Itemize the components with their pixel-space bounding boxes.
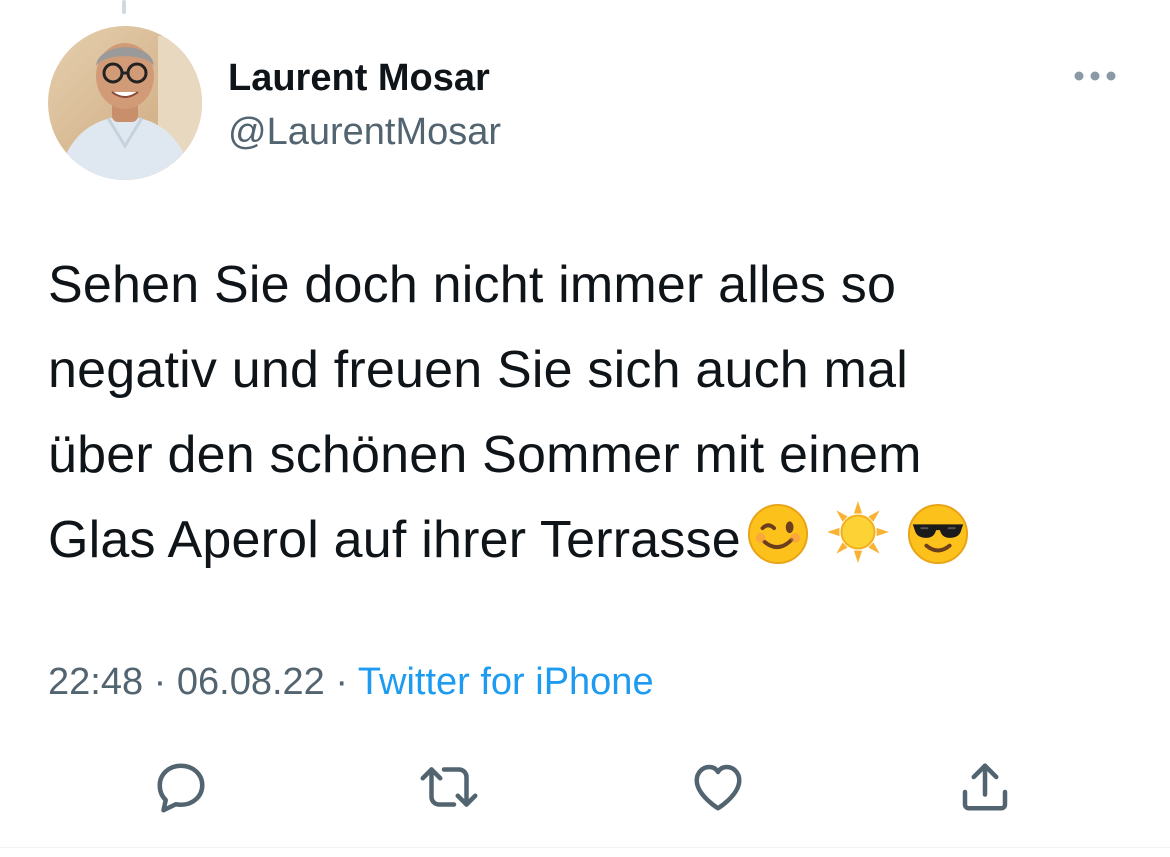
reply-icon xyxy=(157,763,205,813)
reply-button[interactable] xyxy=(146,752,216,822)
author-handle[interactable]: @LaurentMosar xyxy=(228,110,501,154)
meta-separator: · xyxy=(153,661,167,703)
tweet-source-link[interactable]: Twitter for iPhone xyxy=(358,661,654,703)
bottom-divider xyxy=(0,847,1170,848)
tweet-text-line: Sehen Sie doch nicht immer alles so xyxy=(48,256,897,314)
tweet-action-bar xyxy=(0,752,1170,822)
like-icon xyxy=(694,764,742,811)
tweet-date[interactable]: 06.08.22 xyxy=(177,661,325,703)
winking-face-emoji-icon xyxy=(747,503,809,591)
tweet-meta: 22:48 · 06.08.22 · Twitter for iPhone xyxy=(48,658,654,706)
author-display-name[interactable]: Laurent Mosar xyxy=(228,56,490,100)
sun-emoji-icon xyxy=(825,499,891,591)
more-horizontal-icon xyxy=(1074,71,1116,81)
tweet-text: Sehen Sie doch nicht immer alles so nega… xyxy=(48,243,1138,591)
tweet-text-line: Glas Aperol auf ihrer Terrasse xyxy=(48,498,1138,591)
tweet-time[interactable]: 22:48 xyxy=(48,661,143,703)
more-options-button[interactable] xyxy=(1068,58,1122,94)
tweet-text-line: negativ und freuen Sie sich auch mal xyxy=(48,341,908,399)
avatar[interactable] xyxy=(48,26,202,180)
smiling-face-with-sunglasses-emoji-icon xyxy=(907,503,969,591)
tweet-text-line-text: Glas Aperol auf ihrer Terrasse xyxy=(48,511,741,569)
thread-connector-line xyxy=(122,0,126,14)
meta-separator: · xyxy=(335,661,349,703)
retweet-button[interactable] xyxy=(414,752,484,822)
share-icon xyxy=(962,763,1008,811)
retweet-icon xyxy=(420,767,478,807)
tweet-text-line: über den schönen Sommer mit einem xyxy=(48,426,922,484)
share-button[interactable] xyxy=(950,752,1020,822)
like-button[interactable] xyxy=(683,752,753,822)
